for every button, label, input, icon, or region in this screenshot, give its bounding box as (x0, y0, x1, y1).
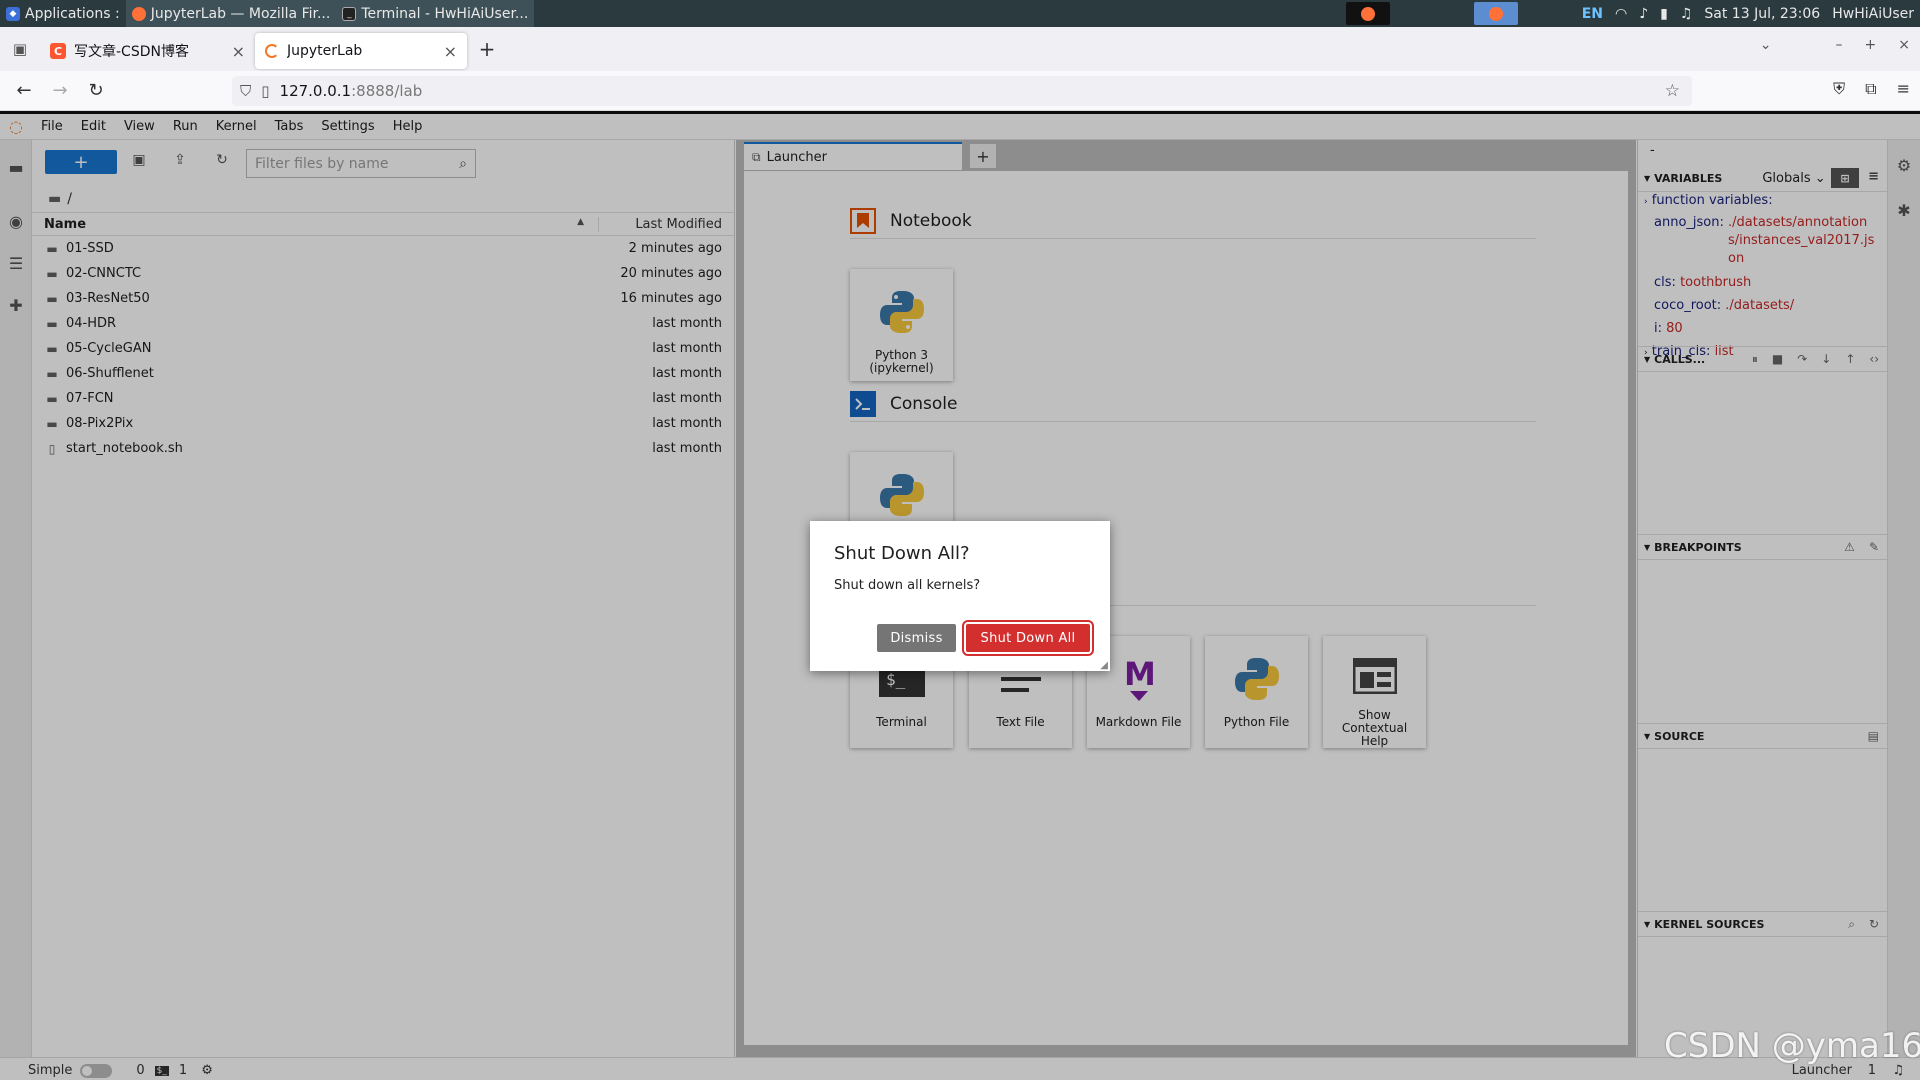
firefox-icon (1360, 6, 1375, 21)
task-firefox[interactable]: JupyterLab — Mozilla Fir... (125, 0, 337, 27)
firefox-icon (1488, 6, 1503, 21)
applications-label: Applications : (25, 5, 120, 22)
bookmark-star-icon[interactable]: ☆ (1665, 81, 1680, 101)
close-tab-icon[interactable]: × (232, 42, 245, 61)
keyboard-layout[interactable]: EN (1582, 6, 1603, 22)
list-tabs-icon[interactable]: ⌄ (1760, 37, 1772, 53)
shield-icon[interactable]: ⛉ (240, 82, 251, 100)
csdn-favicon-icon: C (50, 43, 66, 59)
tab-title: 写文章-CSDN博客 (74, 44, 189, 60)
csdn-watermark: CSDN @yma16 (1664, 1026, 1920, 1066)
task-terminal-label: Terminal - HwHiAiUser... (361, 5, 529, 22)
os-top-bar: ◆ Applications : JupyterLab — Mozilla Fi… (0, 0, 1920, 27)
bell-icon[interactable]: ♫ (1680, 6, 1693, 22)
tab-title: JupyterLab (287, 43, 363, 59)
shutdown-all-dialog: Shut Down All? Shut down all kernels? Di… (810, 521, 1110, 671)
user-name[interactable]: HwHiAiUser (1832, 6, 1914, 22)
battery-icon[interactable]: ▮ (1660, 6, 1668, 22)
page-info-icon[interactable]: ▯ (261, 82, 269, 100)
minimize-icon[interactable]: – (1836, 37, 1843, 53)
close-tab-icon[interactable]: × (444, 42, 457, 61)
tray-firefox-1[interactable] (1345, 2, 1390, 25)
browser-nav-bar: ← → ↻ ⛉ ▯ 127.0.0.1:8888/lab ☆ ⛨ ⧉ ≡ (0, 71, 1920, 111)
dialog-message: Shut down all kernels? (834, 578, 981, 593)
terminal-icon: _ (342, 6, 357, 21)
resize-handle-icon[interactable]: ◢ (1100, 660, 1108, 671)
pocket-icon[interactable]: ⛨ (1833, 79, 1845, 99)
wifi-icon[interactable]: ◠ (1615, 6, 1627, 22)
shut-down-all-button[interactable]: Shut Down All (962, 620, 1094, 656)
app-menu-icon[interactable]: ≡ (1897, 79, 1910, 99)
extensions-icon[interactable]: ⧉ (1865, 79, 1876, 99)
url-host: 127.0.0.1 (279, 82, 352, 100)
reload-icon[interactable]: ↻ (78, 80, 114, 101)
task-terminal[interactable]: _ Terminal - HwHiAiUser... (336, 0, 535, 27)
new-tab-button[interactable]: + (467, 37, 507, 61)
back-icon[interactable]: ← (6, 80, 42, 101)
url-path: :8888/lab (351, 82, 423, 100)
browser-tab-jupyterlab[interactable]: JupyterLab × (255, 33, 467, 69)
volume-icon[interactable]: ♪ (1639, 6, 1648, 22)
close-window-icon[interactable]: × (1898, 37, 1910, 53)
applications-menu[interactable]: ◆ Applications : (0, 0, 126, 27)
browser-tab-strip: ▣ C 写文章-CSDN博客 × JupyterLab × + ⌄ – + × (0, 27, 1920, 71)
loading-spinner-icon (265, 44, 279, 58)
url-bar[interactable]: ⛉ ▯ 127.0.0.1:8888/lab ☆ (232, 76, 1692, 106)
tray-firefox-2[interactable] (1473, 2, 1518, 25)
tab-overview-icon[interactable]: ▣ (0, 40, 40, 58)
apps-icon: ◆ (6, 6, 20, 21)
clock[interactable]: Sat 13 Jul, 23:06 (1704, 6, 1820, 22)
browser-tab-csdn[interactable]: C 写文章-CSDN博客 × (40, 33, 255, 69)
dismiss-button[interactable]: Dismiss (877, 624, 956, 652)
task-firefox-label: JupyterLab — Mozilla Fir... (150, 5, 331, 22)
dialog-title: Shut Down All? (834, 543, 970, 564)
maximize-icon[interactable]: + (1865, 37, 1877, 53)
forward-icon[interactable]: → (42, 80, 78, 101)
firefox-icon (131, 6, 146, 21)
